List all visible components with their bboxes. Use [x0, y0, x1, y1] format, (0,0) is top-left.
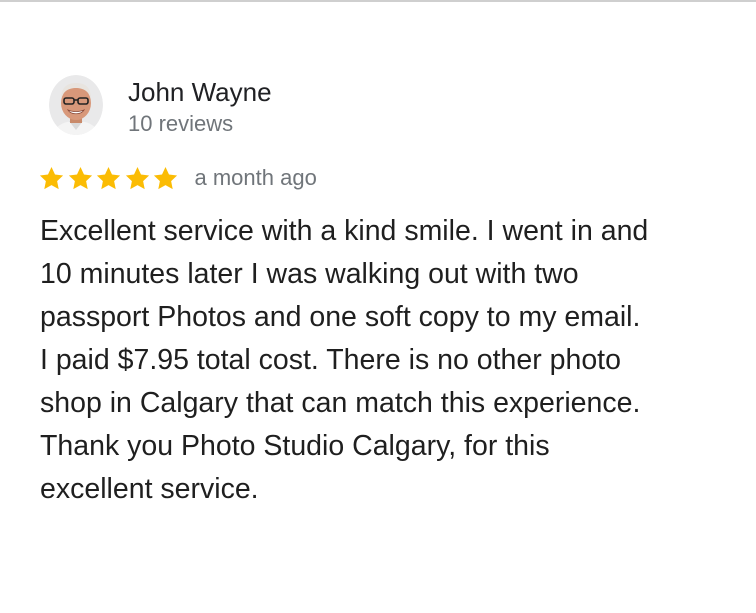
star-rating	[38, 165, 181, 192]
review-date: a month ago	[194, 165, 317, 190]
reviewer-review-count[interactable]: 10 reviews	[128, 110, 233, 138]
star-icon	[68, 166, 92, 189]
reviewer-avatar[interactable]	[49, 75, 103, 135]
rating-row: a month ago	[38, 162, 317, 194]
reviewer-name[interactable]: John Wayne	[128, 76, 272, 108]
star-icon	[153, 166, 178, 189]
star-icon	[39, 166, 64, 189]
avatar-photo-icon	[49, 75, 103, 135]
review-card: John Wayne 10 reviews a month ago Excell…	[0, 0, 756, 613]
star-icon	[125, 166, 149, 189]
star-icon	[96, 166, 121, 189]
review-text: Excellent service with a kind smile. I w…	[40, 215, 649, 505]
